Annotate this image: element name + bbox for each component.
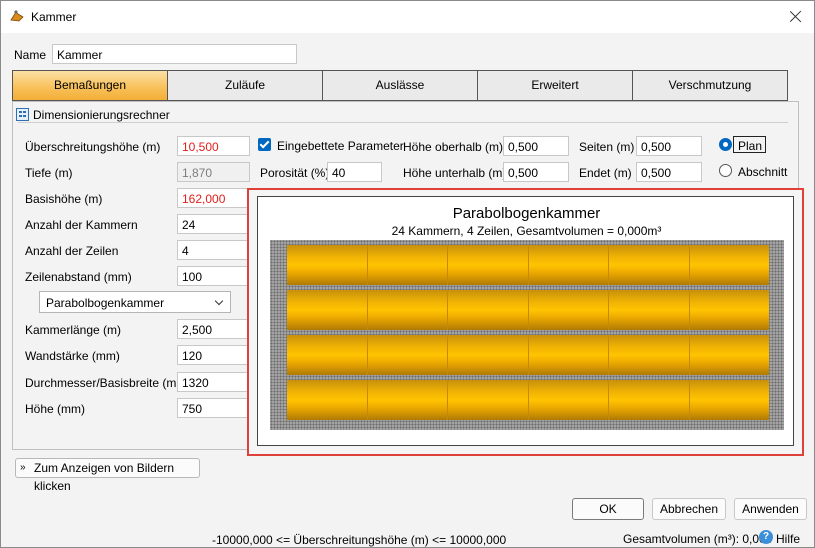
chamber-row — [287, 380, 769, 420]
help-link[interactable]: Hilfe — [776, 532, 800, 546]
apply-button[interactable]: Anwenden — [734, 498, 807, 520]
section-divider — [18, 122, 788, 123]
plan-label: Plan — [738, 139, 763, 153]
base-height-input[interactable]: 162,000 — [177, 188, 250, 208]
embedded-params-checkbox[interactable] — [258, 138, 271, 151]
chamber-cell — [287, 245, 368, 285]
tab-erweitert[interactable]: Erweitert — [477, 70, 632, 101]
sides-input[interactable]: 0,500 — [636, 136, 702, 156]
chamber-cell — [448, 290, 529, 330]
chamber-cell — [690, 380, 770, 420]
overflow-height-input[interactable]: 10,500 — [177, 136, 250, 156]
chamber-cell — [368, 335, 448, 375]
chamber-cell — [287, 335, 368, 375]
chamber-cell — [287, 290, 368, 330]
ok-button[interactable]: OK — [572, 498, 644, 520]
embedded-params-label: Eingebettete Parameter — [277, 139, 404, 153]
height-input[interactable]: 750 — [177, 398, 250, 418]
chamber-cell — [529, 335, 609, 375]
name-input[interactable]: Kammer — [52, 44, 297, 64]
preview-highlight: Parabolbogenkammer 24 Kammern, 4 Zeilen,… — [247, 188, 804, 456]
chevron-down-icon — [214, 296, 224, 306]
wall-thickness-label: Wandstärke (mm) — [25, 349, 120, 363]
chamber-cell — [287, 380, 368, 420]
height-above-label: Höhe oberhalb (m) — [403, 140, 504, 154]
gravel-bed — [270, 240, 784, 430]
chamber-cell — [368, 245, 448, 285]
porosity-label: Porosität (%) — [260, 166, 330, 180]
tab-bemassungen[interactable]: Bemaßungen — [12, 70, 167, 101]
row-spacing-label: Zeilenabstand (mm) — [25, 270, 132, 284]
tab-auslaesse[interactable]: Auslässe — [322, 70, 477, 101]
preview-subtitle: 24 Kammern, 4 Zeilen, Gesamtvolumen = 0,… — [391, 224, 662, 238]
depth-input: 1,870 — [177, 162, 250, 182]
chamber-app-icon — [10, 10, 24, 22]
chamber-count-label: Anzahl der Kammern — [25, 218, 138, 232]
row-count-label: Anzahl der Zeilen — [25, 244, 119, 258]
chamber-row — [287, 335, 769, 375]
section-label: Abschnitt — [738, 165, 788, 179]
window-title: Kammer — [31, 10, 77, 24]
depth-label: Tiefe (m) — [25, 166, 73, 180]
chamber-cell — [609, 335, 690, 375]
title-bar: Kammer — [1, 1, 814, 33]
chamber-cell — [529, 380, 609, 420]
chamber-cell — [448, 380, 529, 420]
range-hint: -10000,000 <= Überschreitungshöhe (m) <=… — [212, 533, 507, 547]
help-icon[interactable]: ? — [759, 530, 773, 544]
base-height-label: Basishöhe (m) — [25, 192, 103, 206]
height-below-label: Höhe unterhalb (m) — [403, 166, 507, 180]
sides-label: Seiten (m) — [579, 140, 635, 154]
section-radio[interactable] — [719, 164, 732, 177]
show-images-label: Zum Anzeigen von Bildern klicken — [34, 461, 175, 493]
chamber-cell — [690, 290, 770, 330]
chamber-cell — [690, 335, 770, 375]
overflow-height-label: Überschreitungshöhe (m) — [25, 140, 161, 154]
close-icon[interactable] — [786, 7, 806, 27]
section-title: Dimensionierungsrechner — [33, 108, 170, 122]
tab-zulaeufe[interactable]: Zuläufe — [167, 70, 322, 101]
kammer-dialog: Kammer Name Kammer Bemaßungen Zuläufe Au… — [0, 0, 815, 548]
wall-thickness-input[interactable]: 120 — [177, 345, 250, 365]
chamber-length-label: Kammerlänge (m) — [25, 323, 122, 337]
height-below-input[interactable]: 0,500 — [503, 162, 569, 182]
name-label: Name — [14, 48, 47, 62]
chamber-row — [287, 245, 769, 285]
chamber-preview: Parabolbogenkammer 24 Kammern, 4 Zeilen,… — [257, 196, 794, 446]
ends-label: Endet (m) — [579, 166, 632, 180]
height-above-input[interactable]: 0,500 — [503, 136, 569, 156]
double-chevron-down-icon: » — [20, 462, 26, 473]
tab-verschmutzung[interactable]: Verschmutzung — [632, 70, 788, 101]
calculator-icon — [16, 108, 29, 121]
chamber-count-input[interactable]: 24 — [177, 214, 250, 234]
chamber-cell — [609, 290, 690, 330]
tab-strip: Bemaßungen Zuläufe Auslässe Erweitert Ve… — [12, 70, 788, 101]
chamber-cell — [609, 245, 690, 285]
chamber-type-value: Parabolbogenkammer — [46, 296, 165, 310]
chamber-cell — [368, 290, 448, 330]
diameter-input[interactable]: 1320 — [177, 372, 250, 392]
chamber-cell — [529, 290, 609, 330]
row-count-input[interactable]: 4 — [177, 240, 250, 260]
preview-title: Parabolbogenkammer — [452, 205, 601, 222]
cancel-button[interactable]: Abbrechen — [652, 498, 726, 520]
chamber-cell — [529, 245, 609, 285]
chamber-cell — [609, 380, 690, 420]
chamber-row — [287, 290, 769, 330]
chamber-length-input[interactable]: 2,500 — [177, 319, 250, 339]
chamber-cell — [368, 380, 448, 420]
total-volume: Gesamtvolumen (m³): 0,000 — [623, 532, 773, 546]
row-spacing-input[interactable]: 100 — [177, 266, 250, 286]
ends-input[interactable]: 0,500 — [636, 162, 702, 182]
porosity-input[interactable]: 40 — [327, 162, 382, 182]
plan-radio[interactable] — [719, 138, 732, 151]
diameter-label: Durchmesser/Basisbreite (mm) — [25, 376, 191, 390]
chamber-cell — [448, 335, 529, 375]
height-label: Höhe (mm) — [25, 402, 86, 416]
chamber-cell — [690, 245, 770, 285]
chamber-type-select[interactable]: Parabolbogenkammer — [39, 291, 231, 313]
chamber-cell — [448, 245, 529, 285]
show-images-button[interactable]: » Zum Anzeigen von Bildern klicken — [15, 458, 200, 493]
